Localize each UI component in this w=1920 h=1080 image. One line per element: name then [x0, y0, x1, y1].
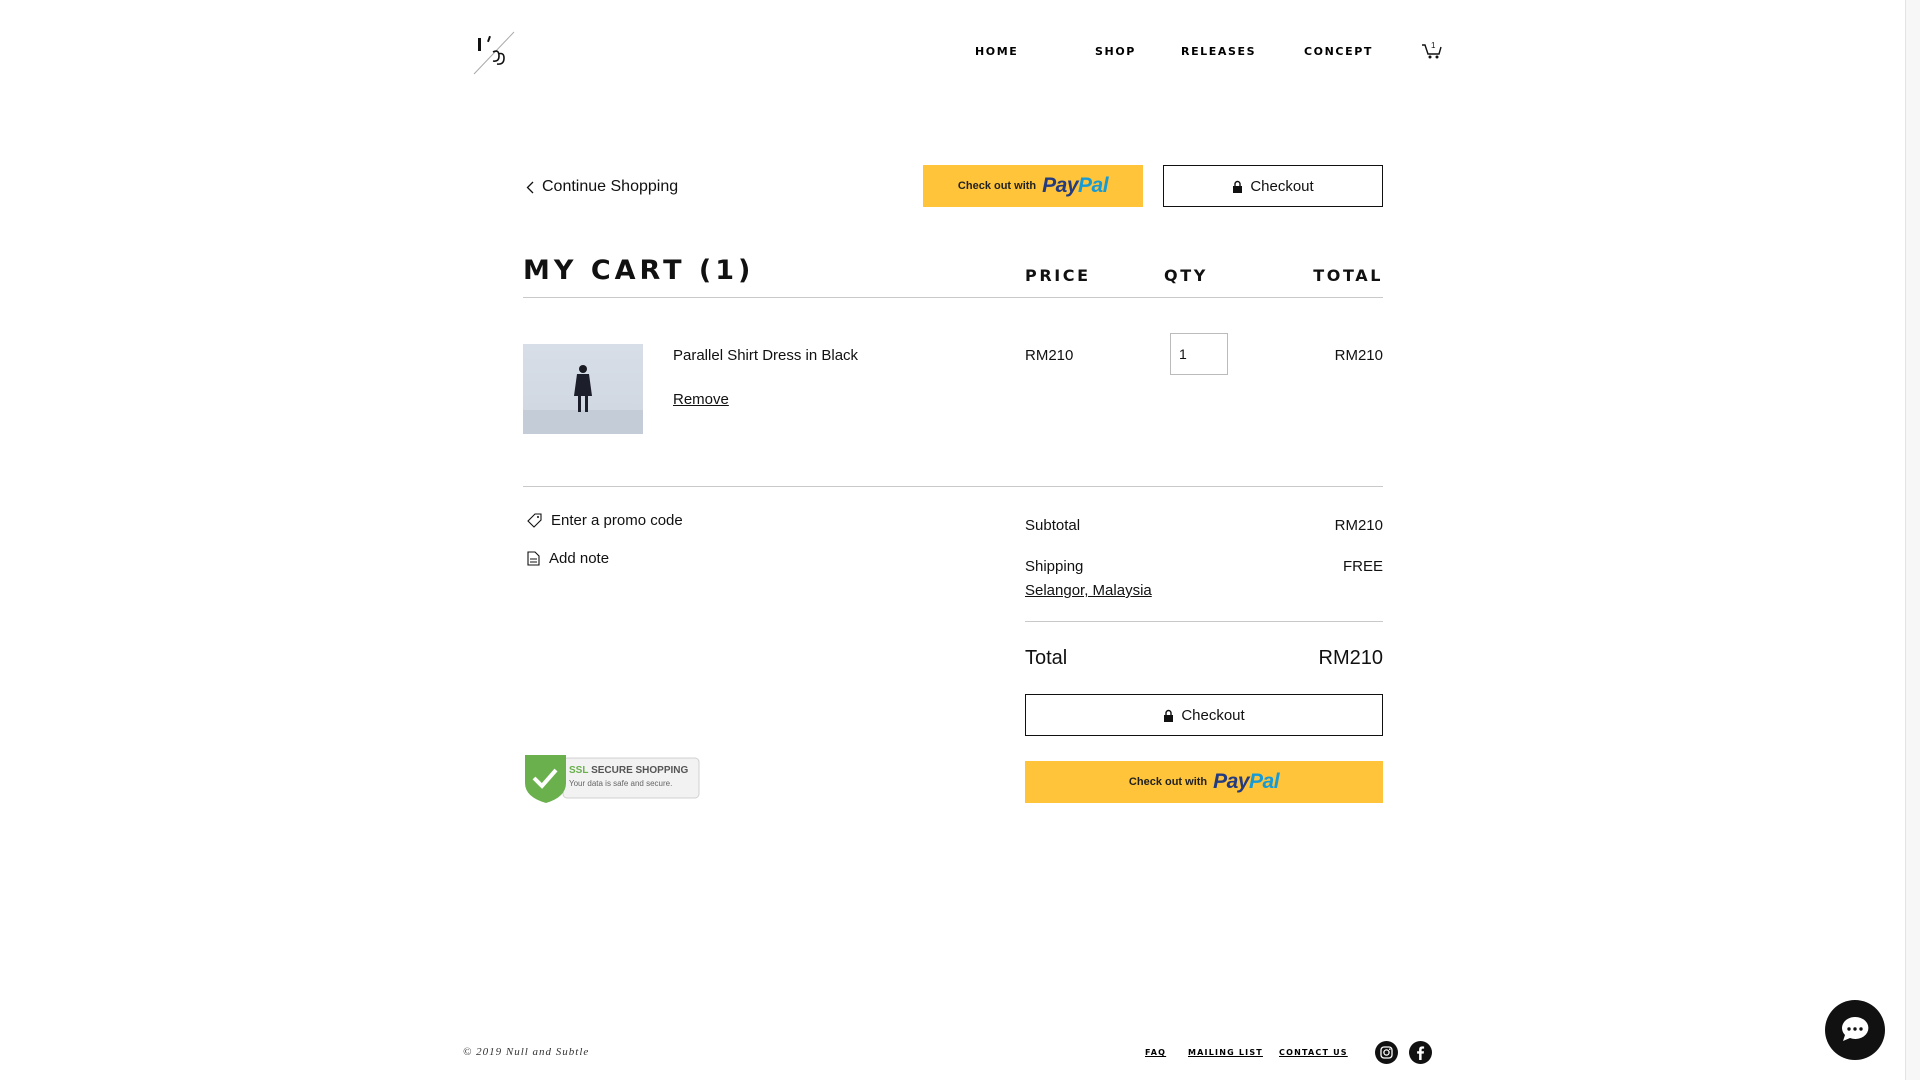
add-note-label: Add note: [549, 550, 610, 567]
checkout-label: Checkout: [1181, 706, 1245, 724]
paypal-logo: PayPal: [1213, 770, 1280, 793]
ssl-label: SSL: [569, 765, 589, 776]
product-photo: [523, 365, 643, 434]
nav-home[interactable]: HOME: [975, 45, 1018, 58]
column-qty: QTY: [1164, 266, 1208, 285]
footer-contact-link[interactable]: CONTACT US: [1279, 1048, 1348, 1057]
column-price: PRICE: [1025, 266, 1091, 285]
promo-code-link[interactable]: Enter a promo code: [527, 512, 683, 529]
nav-shop[interactable]: SHOP: [1095, 45, 1136, 58]
footer-faq-link[interactable]: FAQ: [1145, 1048, 1166, 1057]
ssl-title: SECURE SHOPPING: [591, 765, 689, 776]
ssl-subtitle: Your data is safe and secure.: [569, 779, 673, 788]
summary-divider: [1025, 621, 1383, 622]
shipping-value: FREE: [1342, 558, 1383, 575]
promo-code-label: Enter a promo code: [551, 512, 683, 529]
copyright: © 2019 Null and Subtle: [463, 1046, 590, 1058]
shipping-location-link[interactable]: Selangor, Malaysia: [1025, 582, 1152, 599]
paypal-prefix: Check out with: [1128, 776, 1208, 788]
add-note-link[interactable]: Add note: [527, 550, 609, 567]
subtotal-label: Subtotal: [1025, 517, 1081, 534]
total-label: Total: [1025, 647, 1068, 669]
item-name[interactable]: Parallel Shirt Dress in Black: [673, 347, 858, 364]
chevron-left-icon: [526, 181, 534, 193]
cart-button[interactable]: 1: [1421, 40, 1443, 60]
total-value: RM210: [1318, 647, 1383, 669]
remove-item-link[interactable]: Remove: [673, 391, 729, 408]
lock-icon: [1164, 709, 1174, 722]
brand-logo[interactable]: [471, 30, 517, 76]
facebook-button[interactable]: [1409, 1041, 1432, 1064]
footer-mailing-list-link[interactable]: MAILING LIST: [1188, 1048, 1263, 1057]
subtotal-value: RM210: [1334, 517, 1383, 534]
column-total: TOTAL: [1313, 266, 1383, 285]
instagram-button[interactable]: [1375, 1041, 1398, 1064]
header-divider: [523, 297, 1383, 298]
ssl-secure-badge: SSL SECURE SHOPPING Your data is safe an…: [523, 754, 700, 804]
facebook-icon: [1417, 1046, 1425, 1060]
chat-bubble-icon: [1842, 1016, 1869, 1041]
paypal-checkout-button-bottom[interactable]: Check out with PayPal: [1025, 761, 1383, 803]
cart-title: MY CART (1): [523, 255, 755, 286]
item-total: RM210: [1334, 347, 1383, 364]
instagram-icon: [1380, 1046, 1393, 1059]
note-icon: [527, 551, 540, 566]
checkout-label: Checkout: [1250, 177, 1314, 195]
page-scrollbar[interactable]: [1905, 0, 1920, 1080]
nav-releases[interactable]: RELEASES: [1181, 45, 1256, 58]
paypal-checkout-button-top[interactable]: Check out with PayPal: [923, 165, 1143, 207]
quantity-input[interactable]: [1170, 333, 1228, 375]
nav-concept[interactable]: CONCEPT: [1304, 45, 1373, 58]
shipping-label: Shipping: [1025, 558, 1084, 575]
paypal-logo: PayPal: [1042, 174, 1109, 197]
continue-shopping-label: Continue Shopping: [542, 178, 679, 195]
paypal-prefix: Check out with: [957, 180, 1037, 192]
item-price: RM210: [1025, 347, 1074, 364]
lock-icon: [1233, 180, 1243, 193]
continue-shopping-link[interactable]: Continue Shopping: [526, 178, 678, 196]
tag-icon: [527, 513, 542, 528]
product-image[interactable]: [523, 344, 643, 434]
checkout-button-bottom[interactable]: Checkout: [1025, 694, 1383, 736]
cart-count: 1: [1431, 41, 1436, 50]
checkout-button-top[interactable]: Checkout: [1163, 165, 1383, 207]
items-divider: [523, 486, 1383, 487]
chat-button[interactable]: [1825, 1000, 1885, 1060]
